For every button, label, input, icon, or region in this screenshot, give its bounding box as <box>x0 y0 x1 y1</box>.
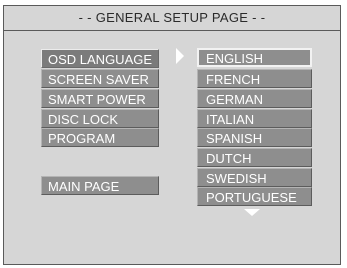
main-page-button[interactable]: MAIN PAGE <box>41 176 159 195</box>
option-italian[interactable]: ITALIAN <box>197 109 312 128</box>
option-english[interactable]: ENGLISH <box>197 48 312 67</box>
menu-item-program[interactable]: PROGRAM <box>41 128 159 147</box>
menu-item-osd-language[interactable]: OSD LANGUAGE <box>41 49 159 68</box>
setup-screen: - - GENERAL SETUP PAGE - - OSD LANGUAGE … <box>3 5 341 265</box>
menu-item-smart-power[interactable]: SMART POWER <box>41 89 159 108</box>
option-spanish[interactable]: SPANISH <box>197 128 312 147</box>
triangle-down-icon[interactable] <box>244 209 260 216</box>
page-title: - - GENERAL SETUP PAGE - - <box>4 6 340 31</box>
option-french[interactable]: FRENCH <box>197 69 312 88</box>
option-portuguese[interactable]: PORTUGUESE <box>197 187 312 206</box>
option-swedish[interactable]: SWEDISH <box>197 168 312 187</box>
option-german[interactable]: GERMAN <box>197 89 312 108</box>
menu-item-screen-saver[interactable]: SCREEN SAVER <box>41 69 159 88</box>
arrow-right-icon <box>176 48 184 64</box>
option-dutch[interactable]: DUTCH <box>197 148 312 167</box>
menu-item-disc-lock[interactable]: DISC LOCK <box>41 109 159 128</box>
